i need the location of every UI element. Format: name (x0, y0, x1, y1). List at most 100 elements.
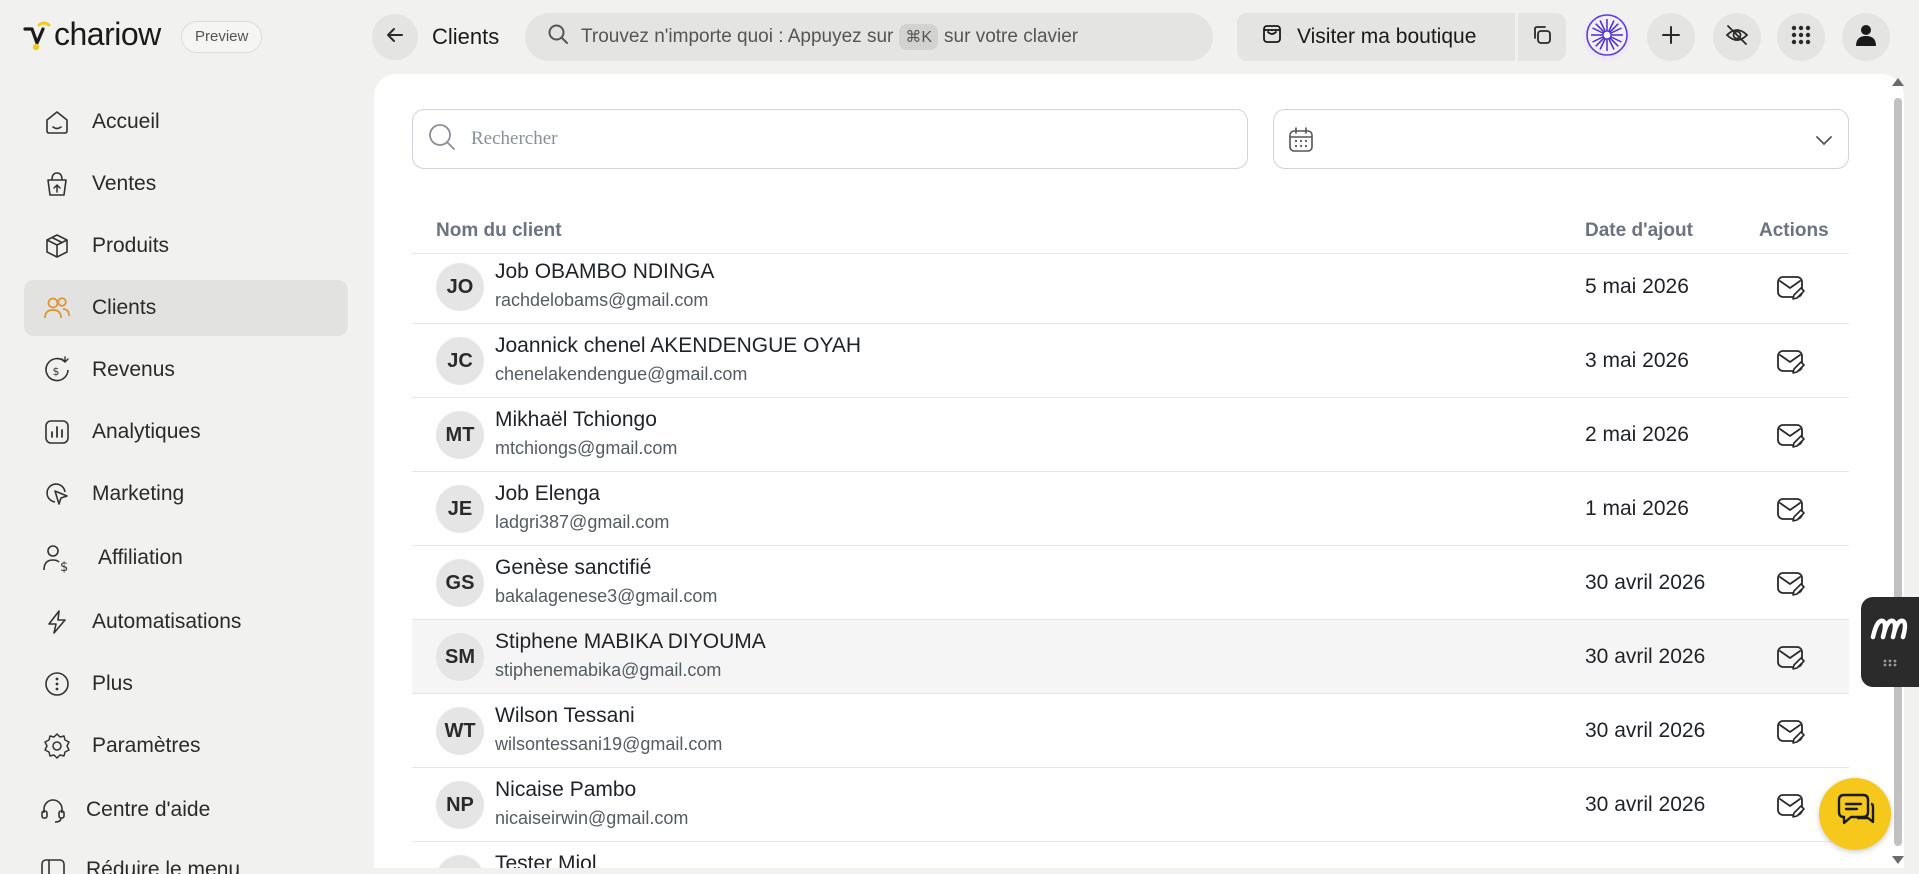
date-range-select[interactable] (1273, 109, 1849, 169)
send-email-icon[interactable] (1775, 790, 1807, 820)
avatar: JE (436, 485, 484, 533)
avatar: WT (436, 707, 484, 755)
table-row[interactable]: SM Stiphene MABIKA DIYOUMA stiphenemabik… (412, 620, 1849, 694)
sidebar-item-parametres[interactable]: Paramètres (24, 718, 348, 774)
grid-dots-icon (1790, 24, 1812, 51)
column-header-name[interactable]: Nom du client (436, 220, 562, 242)
user-icon (1854, 23, 1878, 52)
scrollbar-thumb[interactable] (1894, 98, 1902, 846)
app-logo[interactable]: chariow (22, 18, 161, 51)
home-icon (42, 107, 72, 137)
headset-icon (38, 795, 68, 825)
client-name: Wilson Tessani (495, 704, 635, 727)
table-row[interactable]: JO Job OBAMBO NDINGA rachdelobams@gmail.… (412, 250, 1849, 324)
column-header-date[interactable]: Date d'ajout (1585, 220, 1693, 242)
table-row[interactable]: MT Mikhaël Tchiongo mtchiongs@gmail.com … (412, 398, 1849, 472)
sidebar-item-label: Marketing (92, 482, 185, 505)
side-widget-button[interactable] (1861, 597, 1919, 687)
client-email: mtchiongs@gmail.com (495, 438, 678, 458)
eye-off-icon (1725, 23, 1749, 52)
column-header-actions: Actions (1759, 220, 1829, 241)
sidebar-item-label: Clients (92, 296, 157, 319)
send-email-icon[interactable] (1775, 494, 1807, 524)
client-name: Tester Miol (495, 852, 597, 868)
sidebar-item-ventes[interactable]: Ventes (24, 156, 348, 212)
arrow-left-icon (385, 25, 405, 50)
sidebar-item-centre-aide[interactable]: Centre d'aide (24, 782, 348, 838)
chat-bubble-icon (1833, 790, 1877, 839)
client-date-added: 5 mai 2026 (1585, 275, 1689, 298)
visit-store-button[interactable]: Visiter ma boutique (1237, 13, 1515, 61)
search-icon (547, 23, 569, 51)
sidebar-item-clients[interactable]: Clients (24, 280, 348, 336)
chat-support-button[interactable] (1819, 778, 1891, 850)
send-email-icon[interactable] (1775, 346, 1807, 376)
sidebar-item-label: Revenus (92, 358, 175, 381)
sidebar-item-revenus[interactable]: $ Revenus (24, 342, 348, 398)
client-date-added: 30 avril 2026 (1585, 793, 1706, 816)
send-email-icon[interactable] (1775, 642, 1807, 672)
send-email-icon[interactable] (1775, 568, 1807, 598)
client-date-added: 1 mai 2026 (1585, 497, 1689, 520)
sidebar-item-label: Affiliation (98, 546, 183, 569)
sidebar-item-label: Automatisations (92, 610, 242, 633)
search-hint-prefix: Trouvez n'importe quoi : Appuyez sur (581, 26, 894, 47)
avatar: JC (436, 337, 484, 385)
avatar (436, 855, 484, 868)
send-email-icon[interactable] (1775, 420, 1807, 450)
apps-button[interactable] (1777, 13, 1825, 61)
avatar: SM (436, 633, 484, 681)
hide-values-button[interactable] (1713, 13, 1761, 61)
calendar-icon (1287, 126, 1315, 159)
table-row[interactable]: Tester Miol (412, 842, 1849, 868)
client-email: ladgri387@gmail.com (495, 512, 670, 532)
sidebar-item-accueil[interactable]: Accueil (24, 94, 348, 150)
back-button[interactable] (372, 14, 418, 60)
sidebar-item-affiliation[interactable]: $ Affiliation (24, 530, 348, 586)
shopping-bag-icon (42, 169, 72, 199)
chariow-logo-icon (22, 19, 52, 51)
avatar: NP (436, 781, 484, 829)
search-icon (427, 122, 457, 157)
search-hint-suffix: sur votre clavier (944, 26, 1079, 47)
sidebar-item-label: Paramètres (92, 734, 201, 757)
copy-icon (1531, 24, 1553, 51)
sidebar-item-label: Ventes (92, 172, 157, 195)
send-email-icon[interactable] (1775, 864, 1807, 868)
main-panel: Rechercher Nom du client Date d'ajout Ac… (374, 74, 1904, 868)
sidebar-item-reduire-menu[interactable]: Réduire le menu (24, 842, 348, 874)
send-email-icon[interactable] (1775, 716, 1807, 746)
table-row[interactable]: JC Joannick chenel AKENDENGUE OYAH chene… (412, 324, 1849, 398)
gear-icon (42, 731, 72, 761)
avatar: JO (436, 263, 484, 311)
table-row[interactable]: GS Genèse sanctifié bakalagenese3@gmail.… (412, 546, 1849, 620)
top-bar: chariow Preview Clients Trouvez n'import… (0, 0, 1919, 74)
client-name: Mikhaël Tchiongo (495, 408, 657, 431)
table-header: Nom du client Date d'ajout Actions (412, 210, 1849, 254)
global-search-input[interactable]: Trouvez n'importe quoi : Appuyez sur ⌘K … (525, 13, 1213, 61)
client-date-added: 2 mai 2026 (1585, 423, 1689, 446)
table-row[interactable]: NP Nicaise Pambo nicaiseirwin@gmail.com … (412, 768, 1849, 842)
analytics-icon (42, 417, 72, 447)
add-button[interactable] (1647, 13, 1695, 61)
sidebar-item-label: Accueil (92, 110, 160, 133)
client-date-added: 30 avril 2026 (1585, 645, 1706, 668)
sidebar-item-analytiques[interactable]: Analytiques (24, 404, 348, 460)
send-email-icon[interactable] (1775, 272, 1807, 302)
sidebar-item-automatisations[interactable]: Automatisations (24, 594, 348, 650)
client-search-input[interactable]: Rechercher (412, 109, 1248, 169)
sidebar-item-marketing[interactable]: Marketing (24, 466, 348, 522)
global-search-placeholder: Trouvez n'importe quoi : Appuyez sur ⌘K … (581, 24, 1078, 50)
copy-link-button[interactable] (1518, 13, 1566, 61)
table-row[interactable]: JE Job Elenga ladgri387@gmail.com 1 mai … (412, 472, 1849, 546)
sidebar-item-produits[interactable]: Produits (24, 218, 348, 274)
user-menu-button[interactable] (1842, 13, 1890, 61)
box-icon (42, 231, 72, 261)
store-avatar-button[interactable] (1583, 13, 1631, 61)
chevron-down-icon (1814, 130, 1834, 155)
store-icon (1261, 23, 1283, 51)
sidebar-item-label: Analytiques (92, 420, 201, 443)
sidebar-item-plus[interactable]: Plus (24, 656, 348, 712)
flower-icon (1585, 13, 1629, 62)
table-row[interactable]: WT Wilson Tessani wilsontessani19@gmail.… (412, 694, 1849, 768)
